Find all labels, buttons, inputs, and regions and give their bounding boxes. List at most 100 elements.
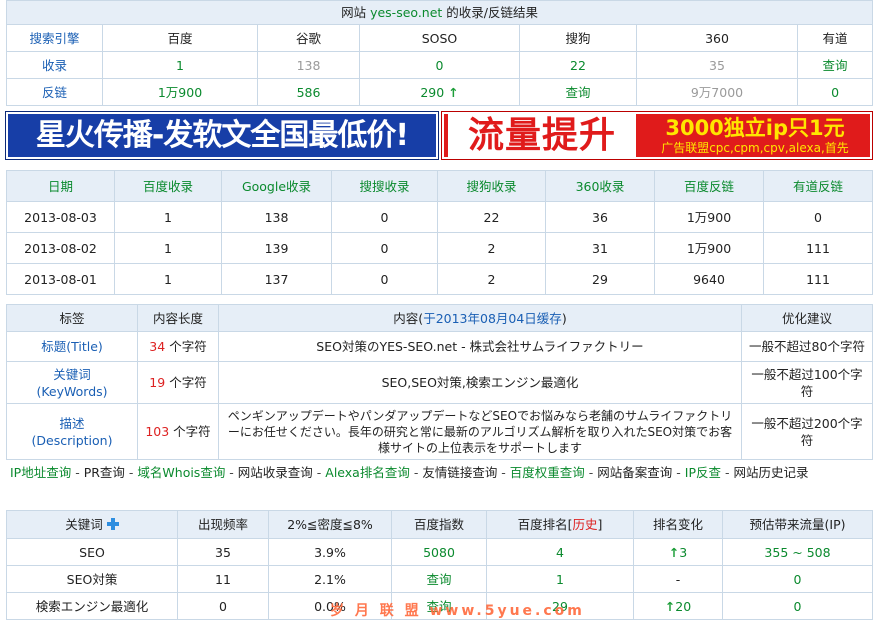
- engine-youdao: 有道: [796, 24, 874, 52]
- table-row: 2013-08-03 1 138 0 22 36 1万900 0: [6, 201, 873, 233]
- cell: 29: [545, 263, 655, 295]
- kw-traffic: 0: [722, 565, 873, 593]
- cell: 138: [221, 201, 332, 233]
- meta-content-title: SEO対策のYES-SEO.net - 株式会社サムライファクトリー: [218, 331, 742, 362]
- ad-banner-right[interactable]: 流量提升 3000独立ip只1元 广告联盟cpc,cpm,cpv,alexa,首…: [441, 111, 873, 160]
- cell: 2: [437, 232, 546, 264]
- cell: 1: [114, 201, 222, 233]
- cache-date-link[interactable]: 于2013年08月04日缓存: [423, 311, 562, 326]
- site-domain-link[interactable]: yes-seo.net: [370, 5, 442, 20]
- meta-header: 标签 内容长度 内容(于2013年08月04日缓存) 优化建议: [6, 304, 873, 332]
- index-row: 收录 1 138 0 22 35 查询: [6, 51, 874, 79]
- table-row: 2013-08-01 1 137 0 2 29 9640 111: [6, 263, 873, 295]
- kw-change: 20: [675, 598, 692, 614]
- link-baidu-weight-lookup[interactable]: 百度权重查询: [510, 465, 585, 480]
- engine-soso: SOSO: [359, 24, 520, 52]
- cell: 1: [114, 263, 222, 295]
- index-label: 收录: [6, 51, 103, 79]
- table-row: SEO 35 3.9% 5080 4 ↑3 355 ~ 508: [6, 538, 873, 566]
- plus-icon[interactable]: [106, 518, 119, 530]
- index-youdao-query[interactable]: 查询: [796, 51, 874, 79]
- history-col-google: Google收录: [221, 170, 332, 202]
- index-360[interactable]: 35: [636, 51, 798, 79]
- link-whois-lookup[interactable]: 域名Whois查询: [137, 465, 225, 480]
- kw-col-index: 百度指数: [391, 510, 487, 539]
- kw-col-change: 排名变化: [633, 510, 723, 539]
- rank-history-link[interactable]: 历史: [572, 517, 597, 532]
- kw-traffic: 0: [722, 592, 873, 620]
- meta-advice-keywords: 一般不超过100个字符: [741, 361, 873, 404]
- link-index-lookup[interactable]: 网站收录查询: [238, 465, 313, 480]
- link-ip-lookup[interactable]: IP地址查询: [10, 465, 71, 480]
- cell: 36: [545, 201, 655, 233]
- kw-keyword: 検索エンジン最適化: [6, 592, 178, 620]
- kw-keyword: SEO: [6, 538, 178, 566]
- link-icp-lookup[interactable]: 网站备案查询: [597, 465, 672, 480]
- meta-tag-keywords: 关键词 (KeyWords): [6, 361, 138, 404]
- backlink-sogou-query[interactable]: 查询: [519, 78, 637, 106]
- cell: 111: [763, 232, 873, 264]
- ad-banner-big-text: 流量提升: [448, 114, 636, 157]
- cell: 137: [221, 263, 332, 295]
- kw-col-density: 2%≦密度≦8%: [268, 510, 392, 539]
- kw-index[interactable]: 5080: [391, 538, 487, 566]
- kw-change-cell: ↑3: [633, 538, 723, 566]
- history-col-date: 日期: [6, 170, 115, 202]
- kw-change-cell: ↑20: [633, 592, 723, 620]
- backlink-google[interactable]: 586: [257, 78, 360, 106]
- kw-index-query[interactable]: 查询: [391, 565, 487, 593]
- cell: 2013-08-02: [6, 232, 115, 264]
- ad-banner-line1: 3000独立ip只1元: [665, 116, 845, 140]
- history-col-soso: 搜搜收录: [331, 170, 438, 202]
- kw-change: -: [633, 565, 723, 593]
- meta-advice-title: 一般不超过80个字符: [741, 331, 873, 362]
- cell: 0: [763, 201, 873, 233]
- meta-length-cell: 34 个字符: [137, 331, 219, 362]
- index-google[interactable]: 138: [257, 51, 360, 79]
- kw-frequency: 35: [177, 538, 269, 566]
- link-ip-reverse[interactable]: IP反查: [685, 465, 721, 480]
- link-alexa-lookup[interactable]: Alexa排名查询: [325, 465, 410, 480]
- meta-length-value: 19: [149, 375, 166, 390]
- backlink-youdao[interactable]: 0: [796, 78, 874, 106]
- kw-col-frequency: 出现频率: [177, 510, 269, 539]
- engine-sogou: 搜狗: [519, 24, 637, 52]
- kw-col-rank: 百度排名[历史]: [486, 510, 634, 539]
- meta-length-cell: 103 个字符: [137, 403, 219, 460]
- kw-density: 2.1%: [268, 565, 392, 593]
- kw-col-traffic: 预估带来流量(IP): [722, 510, 873, 539]
- engine-google: 谷歌: [257, 24, 360, 52]
- arrow-up-icon: ↑: [668, 544, 680, 560]
- table-row: SEO対策 11 2.1% 查询 1 - 0: [6, 565, 873, 593]
- summary-title-row: 网站 yes-seo.net 的收录/反链结果: [5, 0, 874, 25]
- page: 网站 yes-seo.net 的收录/反链结果 搜索引擎 百度 谷歌 SOSO …: [0, 0, 880, 622]
- kw-density: 3.9%: [268, 538, 392, 566]
- index-soso[interactable]: 0: [359, 51, 520, 79]
- ad-banner-line2: 广告联盟cpc,cpm,cpv,alexa,首先: [661, 141, 849, 155]
- backlink-soso[interactable]: 290: [420, 85, 444, 100]
- keywords-header: 关键词 出现频率 2%≦密度≦8% 百度指数 百度排名[历史] 排名变化 预估带…: [6, 510, 873, 539]
- history-col-baidu: 百度收录: [114, 170, 222, 202]
- cell: 0: [331, 201, 438, 233]
- cell: 2: [437, 263, 546, 295]
- cell: 9640: [654, 263, 764, 295]
- cell: 1万900: [654, 201, 764, 233]
- meta-content-description: ペンギンアップデートやパンダアップデートなどSEOでお悩みなら老舗のサムライファ…: [218, 403, 742, 460]
- kw-rank[interactable]: 4: [486, 538, 634, 566]
- meta-advice-description: 一般不超过200个字符: [741, 403, 873, 460]
- link-friendlink-lookup[interactable]: 友情链接查询: [422, 465, 497, 480]
- cell: 0: [331, 263, 438, 295]
- link-site-history[interactable]: 网站历史记录: [733, 465, 808, 480]
- meta-length-value: 103: [145, 424, 170, 439]
- ad-banner-left[interactable]: 星火传播-发软文全国最低价!: [5, 111, 439, 160]
- engine-baidu: 百度: [102, 24, 258, 52]
- kw-rank[interactable]: 1: [486, 565, 634, 593]
- index-baidu[interactable]: 1: [102, 51, 258, 79]
- ad-banner[interactable]: 星火传播-发软文全国最低价! 流量提升 3000独立ip只1元 广告联盟cpc,…: [5, 111, 873, 160]
- backlink-360[interactable]: 9万7000: [636, 78, 798, 106]
- kw-traffic: 355 ~ 508: [722, 538, 873, 566]
- backlink-baidu[interactable]: 1万900: [102, 78, 258, 106]
- index-sogou[interactable]: 22: [519, 51, 637, 79]
- meta-row-title: 标题(Title) 34 个字符 SEO対策のYES-SEO.net - 株式会…: [6, 331, 873, 362]
- link-pr-lookup[interactable]: PR查询: [84, 465, 125, 480]
